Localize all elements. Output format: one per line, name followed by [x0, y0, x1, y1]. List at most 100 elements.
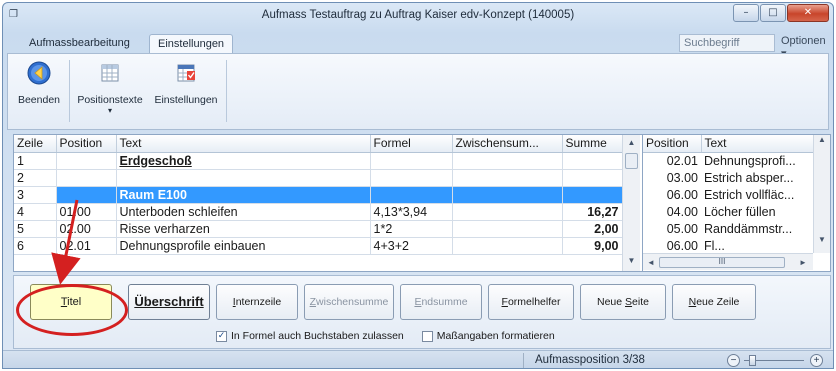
scroll-thumb[interactable] — [625, 153, 638, 169]
scroll-down-icon[interactable]: ▼ — [814, 235, 830, 244]
cell-zeile[interactable]: 3 — [14, 186, 57, 204]
col-position[interactable]: Position — [643, 135, 702, 153]
col-text[interactable]: Text — [701, 135, 814, 153]
zwischensumme-button[interactable]: Zwischensumme — [304, 284, 394, 320]
list-item-position: 03.00 — [666, 170, 698, 185]
status-bar: Aufmassposition 3/38 − + — [3, 350, 833, 368]
cell-formel[interactable]: 1*2 — [370, 220, 453, 238]
list-item[interactable]: 03.00 Estrich absper... — [643, 169, 813, 186]
cell-formel[interactable] — [370, 152, 453, 170]
list-item[interactable]: 06.00 Fl... — [643, 237, 813, 254]
scroll-thumb[interactable]: III — [659, 257, 785, 268]
list-item-text: Fl... — [704, 238, 725, 253]
list-item[interactable]: 04.00 Löcher füllen — [643, 203, 813, 220]
cell-zeile[interactable]: 2 — [14, 169, 57, 187]
cell-text[interactable]: Unterboden schleifen — [116, 203, 371, 221]
table-row-selected[interactable]: 3 Raum E100 — [14, 186, 623, 204]
scroll-left-icon[interactable]: ◄ — [647, 258, 655, 267]
cell-text[interactable]: Raum E100 — [116, 186, 371, 204]
table-row[interactable]: 4 01.00 Unterboden schleifen 4,13*3,94 1… — [14, 203, 623, 221]
beenden-button[interactable]: Beenden — [14, 60, 64, 106]
cell-text[interactable]: Erdgeschoß — [116, 152, 371, 170]
cell-position[interactable]: 02.01 — [56, 237, 117, 255]
massangaben-option[interactable]: Maßangaben formatieren — [421, 330, 555, 342]
col-zeile[interactable]: Zeile — [14, 135, 57, 153]
cell-zeile[interactable]: 1 — [14, 152, 57, 170]
scroll-up-icon[interactable]: ▲ — [814, 135, 830, 144]
table-row[interactable]: 5 02.00 Risse verharzen 1*2 2,00 — [14, 220, 623, 238]
cell-formel[interactable] — [370, 186, 453, 204]
list-item-position: 04.00 — [666, 204, 698, 219]
col-position[interactable]: Position — [56, 135, 117, 153]
grid-vertical-scrollbar[interactable]: ▲ ▼ — [622, 135, 640, 271]
position-list-horizontal-scrollbar[interactable]: ◄ III ► — [643, 253, 813, 270]
buchstaben-checkbox[interactable]: ✓ — [216, 330, 227, 342]
cell-zeile[interactable]: 6 — [14, 237, 57, 255]
cell-zwischensumme[interactable] — [452, 169, 563, 187]
formula-options: ✓ In Formel auch Buchstaben zulassen Maß… — [216, 330, 555, 342]
cell-text[interactable]: Dehnungsprofile einbauen — [116, 237, 371, 255]
cell-zwischensumme[interactable] — [452, 186, 563, 204]
position-list: Position Text 02.01 Dehnungsprofi... 03.0… — [643, 135, 814, 254]
col-summe[interactable]: Summe — [562, 135, 623, 153]
cell-zwischensumme[interactable] — [452, 152, 563, 170]
scroll-down-icon[interactable]: ▼ — [623, 253, 640, 269]
position-list-vertical-scrollbar[interactable]: ▲ ▼ — [813, 135, 830, 253]
scroll-up-icon[interactable]: ▲ — [623, 135, 640, 151]
cell-zwischensumme[interactable] — [452, 203, 563, 221]
highlight-ellipse — [16, 284, 128, 336]
cell-position[interactable]: 01.00 — [56, 203, 117, 221]
cell-summe: 2,00 — [562, 220, 623, 238]
col-formel[interactable]: Formel — [370, 135, 453, 153]
neue-zeile-button[interactable]: Neue Zeile — [672, 284, 756, 320]
close-button[interactable]: ✕ — [787, 4, 829, 22]
table-row[interactable]: 2 — [14, 169, 623, 187]
list-item-position: 06.00 — [666, 238, 698, 253]
cell-position[interactable] — [56, 186, 117, 204]
cell-formel[interactable]: 4,13*3,94 — [370, 203, 453, 221]
endsumme-button[interactable]: Endsumme — [400, 284, 482, 320]
neue-seite-button[interactable]: Neue Seite — [580, 284, 666, 320]
cell-text[interactable]: Risse verharzen — [116, 220, 371, 238]
tab-aufmassbearbeitung[interactable]: Aufmassbearbeitung — [21, 34, 138, 54]
title-bar: ❐ Aufmass Testauftrag zu Auftrag Kaiser … — [3, 3, 833, 29]
col-text[interactable]: Text — [116, 135, 371, 153]
cell-position[interactable]: 02.00 — [56, 220, 117, 238]
cell-text[interactable] — [116, 169, 371, 187]
list-item-position: 06.00 — [666, 187, 698, 202]
cell-zeile[interactable]: 5 — [14, 220, 57, 238]
list-item[interactable]: 06.00 Estrich vollfläc... — [643, 186, 813, 203]
cell-zwischensumme[interactable] — [452, 237, 563, 255]
einstellungen-button[interactable]: Einstellungen — [150, 60, 222, 106]
tab-einstellungen[interactable]: Einstellungen — [149, 34, 234, 54]
cell-position[interactable] — [56, 152, 117, 170]
zoom-knob[interactable] — [749, 355, 756, 366]
ueberschrift-button[interactable]: Überschrift — [128, 284, 210, 320]
massangaben-checkbox[interactable] — [421, 330, 433, 342]
maximize-button[interactable]: □ — [760, 4, 786, 22]
aufmass-grid: Zeile Position Text Formel Zwischensum..… — [14, 135, 623, 255]
buchstaben-option[interactable]: ✓ In Formel auch Buchstaben zulassen — [216, 330, 404, 342]
list-item-text: Estrich vollfläc... — [704, 187, 795, 202]
positionstexte-button[interactable]: Positionstexte ▾ — [72, 60, 148, 116]
scroll-right-icon[interactable]: ► — [799, 258, 807, 267]
search-input[interactable]: Suchbegriff — [679, 34, 775, 52]
cell-formel[interactable] — [370, 169, 453, 187]
cell-zeile[interactable]: 4 — [14, 203, 57, 221]
formelhelfer-button[interactable]: Formelhelfer — [488, 284, 574, 320]
table-row[interactable]: 6 02.01 Dehnungsprofile einbauen 4+3+2 9… — [14, 237, 623, 255]
cell-zwischensumme[interactable] — [452, 220, 563, 238]
internzeile-button[interactable]: Internzeile — [216, 284, 298, 320]
positionstexte-dropdown-icon[interactable]: ▾ — [72, 106, 148, 116]
cell-formel[interactable]: 4+3+2 — [370, 237, 453, 255]
zoom-out-icon[interactable]: − — [727, 354, 740, 367]
col-zwischensumme[interactable]: Zwischensum... — [452, 135, 563, 153]
zoom-slider[interactable]: − + — [727, 354, 823, 368]
list-item-position: 02.01 — [666, 153, 698, 168]
list-item[interactable]: 05.00 Randdämmstr... — [643, 220, 813, 237]
list-item[interactable]: 02.01 Dehnungsprofi... — [643, 152, 813, 169]
cell-position[interactable] — [56, 169, 117, 187]
table-row[interactable]: 1 Erdgeschoß — [14, 152, 623, 170]
minimize-button[interactable]: – — [733, 4, 759, 22]
zoom-in-icon[interactable]: + — [810, 354, 823, 367]
